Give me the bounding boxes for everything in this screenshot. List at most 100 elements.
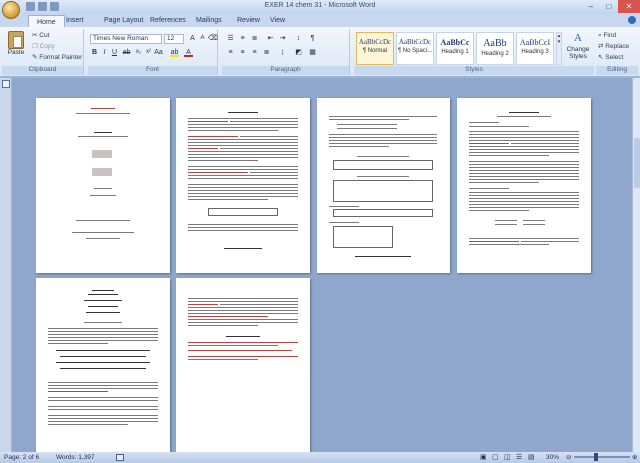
zoom-slider-knob[interactable] <box>594 453 598 461</box>
page-thumbnail-2[interactable] <box>176 98 310 273</box>
decrease-indent-icon[interactable]: ⇤ <box>266 34 275 43</box>
select-button[interactable]: ↖ Select <box>598 53 623 63</box>
tab-home[interactable]: Home <box>28 15 65 27</box>
page-thumbnail-4[interactable] <box>457 98 591 273</box>
change-case-icon[interactable]: Aa <box>154 48 163 57</box>
zoom-slider[interactable] <box>574 453 630 461</box>
font-family-select[interactable]: Times New Roman <box>90 34 162 44</box>
text-line <box>48 415 158 416</box>
zoom-in-icon[interactable]: ⊕ <box>632 452 637 463</box>
copy-button[interactable]: ❐ Copy <box>32 42 55 52</box>
style-name: ¶ No Spaci... <box>397 48 433 54</box>
style-heading-2[interactable]: AaBb Heading 2 <box>476 32 514 65</box>
text-line <box>469 161 579 162</box>
zoom-level[interactable]: 30% <box>546 452 559 463</box>
borders-icon[interactable]: ▦ <box>308 48 317 57</box>
tab-references[interactable]: References <box>150 14 186 27</box>
text-line <box>188 187 298 188</box>
help-icon[interactable] <box>628 16 636 24</box>
page-thumbnail-6[interactable] <box>176 278 310 452</box>
subscript-icon[interactable]: x₂ <box>134 48 143 57</box>
text-line <box>60 356 146 357</box>
align-center-icon[interactable]: ≡ <box>238 48 247 57</box>
show-marks-icon[interactable]: ¶ <box>308 34 317 43</box>
tab-insert[interactable]: Insert <box>66 14 84 27</box>
shading-icon[interactable]: ◩ <box>294 48 303 57</box>
find-button[interactable]: ⌕ Find <box>598 31 616 41</box>
clear-format-icon[interactable]: ⌫ <box>208 34 218 43</box>
zoom-out-icon[interactable]: ⊖ <box>566 452 571 463</box>
paste-button[interactable]: Paste <box>4 31 28 56</box>
tab-mailings[interactable]: Mailings <box>196 14 222 27</box>
close-button[interactable]: ✕ <box>618 0 640 13</box>
bold-button[interactable]: B <box>90 48 99 57</box>
page-thumbnail-5[interactable] <box>36 278 170 452</box>
font-color-icon[interactable]: A <box>184 48 193 57</box>
font-size-select[interactable]: 12 <box>164 34 184 44</box>
numbering-icon[interactable]: ≡ <box>238 34 247 43</box>
tab-review[interactable]: Review <box>237 14 260 27</box>
text-line <box>469 131 579 132</box>
format-painter-button[interactable]: ✎ Format Painter <box>32 53 82 63</box>
text-line <box>84 322 122 323</box>
highlight-icon[interactable]: ab <box>170 48 179 57</box>
align-right-icon[interactable]: ≡ <box>250 48 259 57</box>
justify-icon[interactable]: ≣ <box>262 48 271 57</box>
print-layout-icon[interactable]: ▣ <box>480 452 487 463</box>
style-heading-3[interactable]: AaBbCcI Heading 3 <box>516 32 554 65</box>
style-heading-1[interactable]: AaBbCc Heading 1 <box>436 32 474 65</box>
editing-group: ⌕ Find ⇄ Replace ↖ Select Editing <box>596 29 638 75</box>
editing-group-label: Editing <box>596 66 638 75</box>
styles-scroll[interactable]: ▴ ▾ <box>556 32 562 65</box>
text-line <box>523 220 545 221</box>
web-layout-icon[interactable]: ◫ <box>504 452 511 463</box>
underline-button[interactable]: U <box>110 48 119 57</box>
strikethrough-icon[interactable]: ab <box>122 48 131 57</box>
line-spacing-icon[interactable]: ↨ <box>278 48 287 57</box>
style-name: Heading 3 <box>521 49 549 55</box>
word-count[interactable]: Words: 1,397 <box>56 452 95 463</box>
title-bar: EXER 14 chem 31 - Microsoft Word – □ ✕ <box>0 0 640 19</box>
text-line <box>86 312 120 313</box>
increase-indent-icon[interactable]: ⇥ <box>278 34 287 43</box>
scrollbar-thumb[interactable] <box>634 138 640 188</box>
office-button[interactable] <box>2 1 20 19</box>
text-line <box>188 227 298 228</box>
align-left-icon[interactable]: ≡ <box>226 48 235 57</box>
superscript-icon[interactable]: x² <box>144 48 153 57</box>
text-line <box>188 356 298 357</box>
styles-group-label: Styles <box>354 66 594 75</box>
ruler-toggle-icon[interactable] <box>2 80 10 88</box>
cut-button[interactable]: ✂ Cut <box>32 31 49 41</box>
minimize-button[interactable]: – <box>582 0 600 13</box>
draft-icon[interactable]: ▤ <box>528 452 535 463</box>
page-thumbnail-3[interactable] <box>317 98 450 273</box>
text-line <box>188 175 298 176</box>
style-no-spacing[interactable]: AaBbCcDc ¶ No Spaci... <box>396 32 434 65</box>
text-line <box>188 118 298 119</box>
style-normal[interactable]: AaBbCcDc ¶ Normal <box>356 32 394 65</box>
grow-font-icon[interactable]: A <box>188 34 197 43</box>
text-line <box>329 140 437 141</box>
replace-button[interactable]: ⇄ Replace <box>598 42 629 52</box>
maximize-button[interactable]: □ <box>600 0 618 13</box>
shrink-font-icon[interactable]: A <box>198 34 207 43</box>
text-line <box>469 238 579 239</box>
tab-page-layout[interactable]: Page Layout <box>104 14 143 27</box>
text-line <box>48 400 158 401</box>
vertical-scrollbar[interactable] <box>632 78 640 452</box>
text-line <box>188 322 298 323</box>
page-indicator[interactable]: Page: 2 of 6 <box>4 452 39 463</box>
text-line <box>521 241 579 242</box>
proofing-icon[interactable] <box>116 454 124 461</box>
page-thumbnail-1[interactable] <box>36 98 170 273</box>
change-styles-button[interactable]: A Change Styles <box>564 32 592 60</box>
text-line <box>48 388 158 389</box>
full-screen-icon[interactable]: ▢ <box>492 452 499 463</box>
outline-icon[interactable]: ☰ <box>516 452 522 463</box>
sort-icon[interactable]: ↕ <box>294 34 303 43</box>
italic-button[interactable]: I <box>100 48 109 57</box>
multilevel-list-icon[interactable]: ≣ <box>250 34 259 43</box>
tab-view[interactable]: View <box>270 14 285 27</box>
bullets-icon[interactable]: ☰ <box>226 34 235 43</box>
